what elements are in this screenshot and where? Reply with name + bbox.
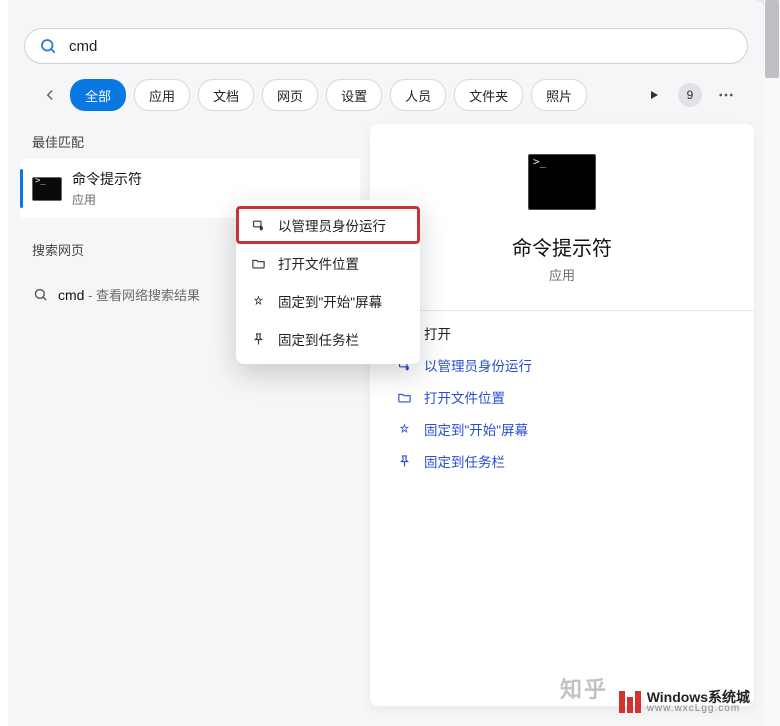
action-pin-to-taskbar[interactable]: 固定到任务栏 — [396, 445, 734, 477]
search-panel: 全部 应用 文档 网页 设置 人员 文件夹 照片 9 最佳匹配 — [8, 0, 764, 726]
brand-text: Windows系统城 www.wxcLgg.com — [647, 690, 750, 714]
pin-start-icon — [250, 293, 266, 309]
chip-label: 照片 — [546, 86, 572, 105]
brand-sub: www.wxcLgg.com — [647, 704, 750, 714]
left-gutter — [0, 0, 8, 726]
ctx-pin-to-taskbar[interactable]: 固定到任务栏 — [236, 320, 420, 358]
ctx-label: 固定到任务栏 — [278, 329, 359, 349]
search-input[interactable] — [67, 37, 733, 56]
admin-shield-icon — [250, 217, 266, 233]
action-label: 固定到"开始"屏幕 — [424, 419, 528, 439]
chip-label: 人员 — [405, 86, 431, 105]
filter-chip-photos[interactable]: 照片 — [531, 79, 587, 111]
back-button[interactable] — [38, 83, 62, 107]
chip-label: 文件夹 — [469, 86, 508, 105]
ctx-open-file-location[interactable]: 打开文件位置 — [236, 244, 420, 282]
chip-label: 全部 — [85, 86, 111, 105]
filter-chip-docs[interactable]: 文档 — [198, 79, 254, 111]
action-label: 固定到任务栏 — [424, 451, 505, 471]
ctx-run-as-admin[interactable]: 以管理员身份运行 — [236, 206, 420, 244]
ctx-label: 固定到"开始"屏幕 — [278, 291, 382, 311]
search-icon — [32, 287, 48, 303]
folder-open-icon — [250, 255, 266, 271]
detail-app-icon — [528, 154, 596, 210]
chip-label: 设置 — [341, 86, 367, 105]
action-label: 打开 — [424, 323, 451, 343]
filter-right-controls: 9 — [642, 78, 738, 112]
detail-panel: 命令提示符 应用 打开 以管理员身份运行 打开 — [370, 124, 754, 706]
play-button[interactable] — [642, 83, 666, 107]
context-menu: 以管理员身份运行 打开文件位置 固定到"开始"屏幕 固定到任务栏 — [236, 200, 420, 364]
brand-watermark: Windows系统城 www.wxcLgg.com — [619, 690, 750, 714]
detail-app-title: 命令提示符 — [390, 232, 734, 261]
brand-logo-icon — [619, 691, 641, 713]
vertical-scrollbar[interactable] — [764, 0, 780, 726]
filter-chips: 全部 应用 文档 网页 设置 人员 文件夹 照片 — [70, 79, 587, 111]
best-match-title: 命令提示符 — [72, 169, 142, 189]
web-search-query: cmd — [58, 287, 84, 303]
folder-open-icon — [396, 389, 412, 405]
brand-main: Windows系统城 — [647, 690, 750, 704]
zhihu-watermark: 知乎 — [560, 672, 608, 704]
detail-divider — [370, 310, 754, 311]
filter-chip-web[interactable]: 网页 — [262, 79, 318, 111]
detail-action-list: 打开 以管理员身份运行 打开文件位置 — [390, 317, 734, 477]
action-open[interactable]: 打开 — [396, 317, 734, 349]
filter-chip-settings[interactable]: 设置 — [326, 79, 382, 111]
filter-chip-apps[interactable]: 应用 — [134, 79, 190, 111]
best-match-subtitle: 应用 — [72, 191, 142, 208]
badge-value: 9 — [687, 88, 694, 102]
ctx-label: 打开文件位置 — [278, 253, 359, 273]
action-label: 以管理员身份运行 — [424, 355, 532, 375]
best-match-text: 命令提示符 应用 — [72, 169, 142, 208]
more-button[interactable] — [714, 83, 738, 107]
action-pin-to-start[interactable]: 固定到"开始"屏幕 — [396, 413, 734, 445]
scrollbar-thumb[interactable] — [765, 0, 779, 78]
best-match-heading: 最佳匹配 — [20, 124, 360, 159]
filter-chip-people[interactable]: 人员 — [390, 79, 446, 111]
filter-chip-all[interactable]: 全部 — [70, 79, 126, 111]
chip-label: 应用 — [149, 86, 175, 105]
action-open-file-location[interactable]: 打开文件位置 — [396, 381, 734, 413]
search-icon — [39, 37, 57, 55]
ctx-pin-to-start[interactable]: 固定到"开始"屏幕 — [236, 282, 420, 320]
pin-taskbar-icon — [250, 331, 266, 347]
filter-chip-folders[interactable]: 文件夹 — [454, 79, 523, 111]
count-badge[interactable]: 9 — [678, 83, 702, 107]
filter-row: 全部 应用 文档 网页 设置 人员 文件夹 照片 9 — [38, 78, 748, 112]
pin-start-icon — [396, 421, 412, 437]
cmd-app-icon — [32, 177, 62, 201]
chip-label: 网页 — [277, 86, 303, 105]
search-bar[interactable] — [24, 28, 748, 64]
detail-app-subtitle: 应用 — [390, 265, 734, 284]
action-label: 打开文件位置 — [424, 387, 505, 407]
chip-label: 文档 — [213, 86, 239, 105]
pin-taskbar-icon — [396, 453, 412, 469]
ctx-label: 以管理员身份运行 — [278, 215, 386, 235]
search-window: 全部 应用 文档 网页 设置 人员 文件夹 照片 9 最佳匹配 — [0, 0, 780, 726]
web-search-label: cmd - 查看网络搜索结果 — [58, 285, 200, 304]
action-run-as-admin[interactable]: 以管理员身份运行 — [396, 349, 734, 381]
web-search-hint: - 查看网络搜索结果 — [84, 288, 200, 303]
